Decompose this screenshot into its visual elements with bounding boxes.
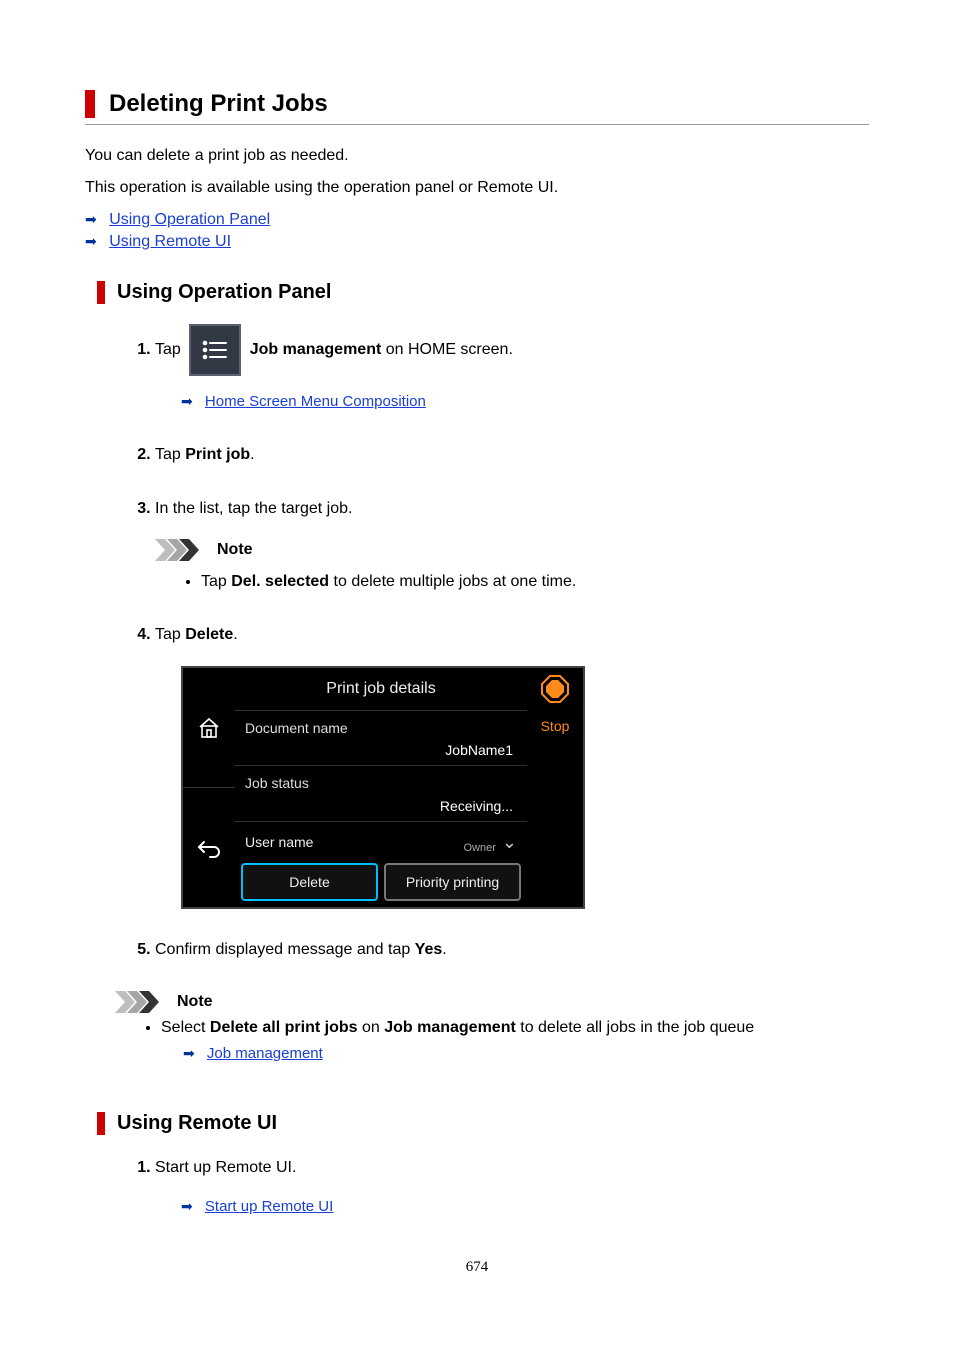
note-label-bottom: Note [177, 993, 213, 1011]
note-label: Note [217, 537, 253, 563]
step-5: Confirm displayed message and tap Yes. [155, 937, 869, 963]
step-5-suffix: . [442, 941, 446, 958]
panel-home-icon[interactable] [183, 668, 235, 788]
chevron-down-icon: ⌄ [502, 828, 517, 857]
link-using-remote-ui[interactable]: Using Remote UI [109, 233, 231, 250]
panel-status-row[interactable]: Job status Receiving... [235, 765, 527, 821]
job-management-icon [189, 324, 241, 376]
intro-paragraph-1: You can delete a print job as needed. [85, 147, 869, 165]
link-home-screen-menu[interactable]: Home Screen Menu Composition [205, 393, 426, 410]
step-1: Tap Job management on HOME screen. Home … [155, 324, 869, 414]
panel-delete-button[interactable]: Delete [241, 863, 378, 901]
step-2-bold: Print job [185, 446, 250, 463]
page-title: Deleting Print Jobs [109, 90, 869, 118]
link-start-remote-ui[interactable]: Start up Remote UI [205, 1198, 333, 1215]
panel-user-label: User name [245, 831, 464, 853]
note-item-del-selected: Tap Del. selected to delete multiple job… [201, 569, 869, 595]
step-4: Tap Delete. [155, 622, 869, 909]
page-number: 674 [85, 1259, 869, 1276]
bn-mid: on [358, 1019, 385, 1036]
link-job-management[interactable]: Job management [207, 1045, 323, 1062]
link-using-operation-panel[interactable]: Using Operation Panel [109, 211, 270, 228]
panel-priority-button[interactable]: Priority printing [384, 863, 521, 901]
panel-back-icon[interactable] [183, 788, 235, 907]
step-2-suffix: . [250, 446, 254, 463]
panel-doc-label: Document name [245, 717, 517, 739]
panel-user-row[interactable]: User name Owner ⌄ [235, 821, 527, 859]
panel-status-value: Receiving... [245, 795, 517, 817]
bn-prefix: Select [161, 1019, 210, 1036]
step-1-suffix: on HOME screen. [381, 341, 513, 358]
note-chevron-icon [115, 991, 171, 1013]
panel-title: Print job details [235, 668, 527, 710]
section-heading-operation-panel: Using Operation Panel [117, 281, 869, 304]
note-chevron-icon [155, 539, 211, 561]
remote-step-1-text: Start up Remote UI. [155, 1159, 296, 1176]
step-4-suffix: . [233, 626, 237, 643]
intro-paragraph-2: This operation is available using the op… [85, 179, 869, 197]
note3-bold: Del. selected [231, 573, 329, 590]
step-5-bold: Yes [415, 941, 443, 958]
note3-prefix: Tap [201, 573, 231, 590]
step-3-text: In the list, tap the target job. [155, 500, 352, 517]
step-1-prefix: Tap [155, 341, 185, 358]
step-3: In the list, tap the target job. Note Ta… [155, 496, 869, 595]
printer-panel-screenshot: Print job details Document name JobName1… [181, 666, 585, 909]
panel-stop-button[interactable]: Stop [540, 674, 570, 737]
step-2: Tap Print job. [155, 442, 869, 468]
panel-stop-label: Stop [540, 715, 570, 737]
panel-status-label: Job status [245, 772, 517, 794]
step-4-bold: Delete [185, 626, 233, 643]
step-1-bold: Job management [250, 341, 382, 358]
step-2-prefix: Tap [155, 446, 185, 463]
note-item-delete-all: Select Delete all print jobs on Job mana… [161, 1019, 869, 1062]
step-4-prefix: Tap [155, 626, 185, 643]
panel-owner-value: Owner [464, 840, 496, 858]
panel-document-row[interactable]: Document name JobName1 [235, 710, 527, 766]
panel-doc-value: JobName1 [245, 739, 517, 761]
bn-bold1: Delete all print jobs [210, 1019, 358, 1036]
title-divider [85, 124, 869, 125]
section-heading-remote-ui: Using Remote UI [117, 1112, 869, 1135]
step-5-prefix: Confirm displayed message and tap [155, 941, 415, 958]
note3-suffix: to delete multiple jobs at one time. [329, 573, 576, 590]
bn-suffix: to delete all jobs in the job queue [516, 1019, 754, 1036]
remote-step-1: Start up Remote UI. Start up Remote UI [155, 1155, 869, 1219]
bn-bold2: Job management [384, 1019, 516, 1036]
